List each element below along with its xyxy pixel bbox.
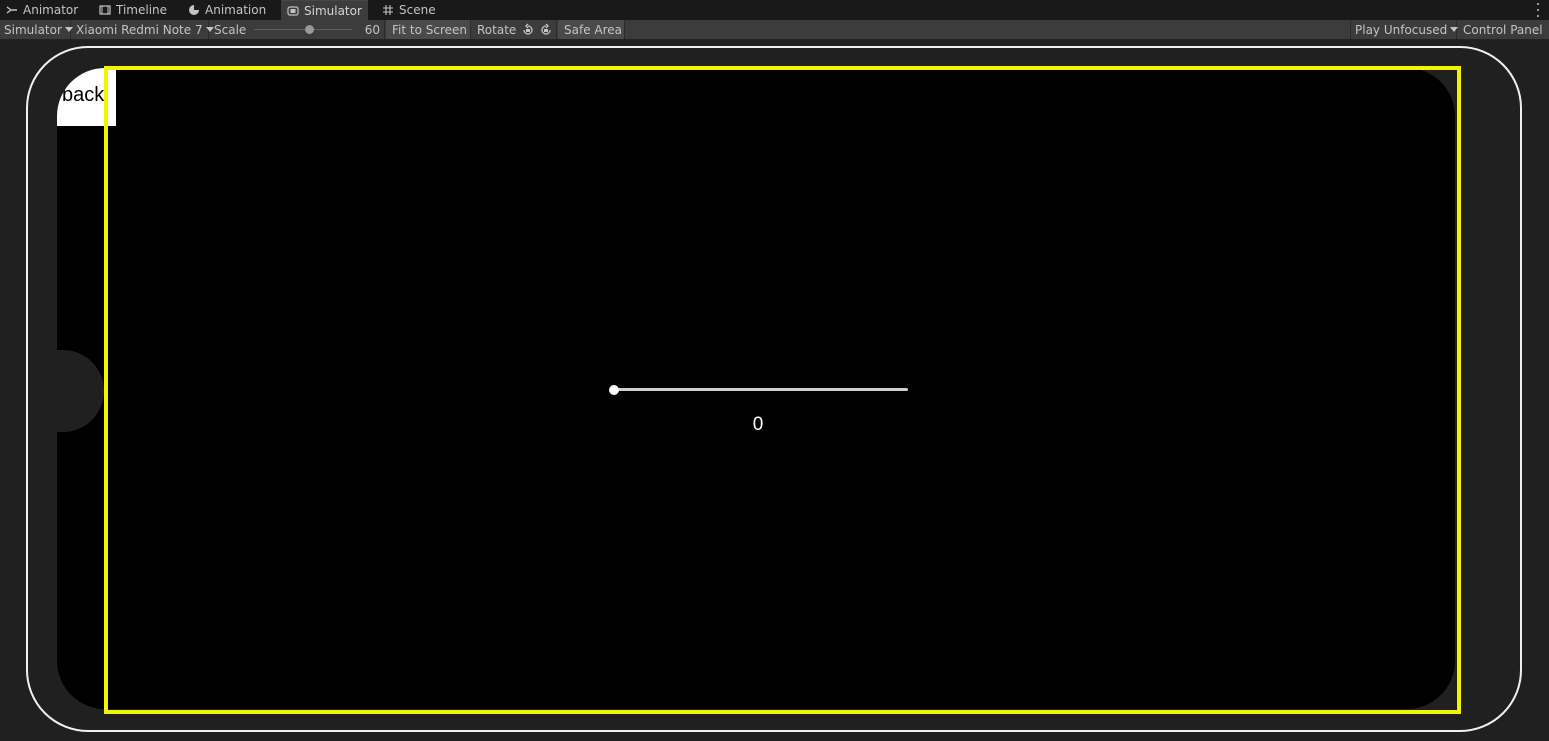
scale-label: Scale [210, 20, 254, 39]
rotate-right-icon[interactable] [537, 20, 557, 39]
rotate-left-icon[interactable] [519, 20, 537, 39]
slider-value-text: 0 [752, 414, 764, 435]
timeline-icon [99, 4, 111, 16]
tab-simulator[interactable]: Simulator [281, 0, 368, 20]
scale-value-text: 60 [364, 22, 380, 37]
simulator-toolbar: Simulator Xiaomi Redmi Note 7 Scale 60 F… [0, 20, 1549, 40]
tab-label: Animation [205, 3, 267, 17]
scale-value: 60 [356, 20, 385, 39]
animator-icon [6, 4, 18, 16]
tab-animator[interactable]: Animator [0, 0, 82, 20]
fit-to-screen-button[interactable]: Fit to Screen [386, 20, 471, 39]
back-button-label: back [62, 84, 105, 106]
device-dropdown[interactable]: Xiaomi Redmi Note 7 [72, 20, 214, 39]
device-dropdown-label: Xiaomi Redmi Note 7 [76, 22, 203, 37]
rotate-label: Rotate [473, 20, 521, 39]
scale-slider-thumb[interactable] [305, 25, 314, 34]
mode-dropdown-label: Simulator [4, 22, 62, 37]
fit-to-screen-label: Fit to Screen [392, 22, 467, 37]
play-mode-dropdown[interactable]: Play Unfocused [1350, 20, 1459, 39]
scene-grid-icon [382, 4, 394, 16]
rotate-label-text: Rotate [477, 22, 517, 37]
editor-tab-bar: Animator Timeline Animation Simulator Sc… [0, 0, 1549, 21]
tab-label: Scene [399, 3, 436, 17]
chevron-down-icon [1450, 27, 1459, 32]
scale-label-text: Scale [214, 22, 247, 37]
mode-dropdown[interactable]: Simulator [0, 20, 73, 39]
tab-animation[interactable]: Animation [182, 0, 272, 20]
control-panel-button[interactable]: Control Panel [1459, 20, 1549, 39]
simulator-icon [287, 5, 299, 17]
tab-label: Timeline [116, 3, 168, 17]
play-mode-label: Play Unfocused [1355, 22, 1448, 37]
more-options-icon[interactable] [1535, 3, 1541, 17]
tab-scene[interactable]: Scene [376, 0, 446, 20]
control-panel-label: Control Panel [1463, 22, 1543, 37]
animation-icon [188, 4, 200, 16]
scale-slider-track[interactable] [254, 29, 352, 30]
game-slider-handle[interactable] [609, 385, 619, 395]
safe-area-label: Safe Area [564, 22, 623, 37]
tab-label: Animator [23, 3, 79, 17]
safe-area-toggle[interactable]: Safe Area [558, 20, 625, 39]
game-slider-track[interactable] [614, 388, 908, 391]
tab-label: Simulator [304, 3, 362, 18]
tab-timeline[interactable]: Timeline [93, 0, 173, 20]
